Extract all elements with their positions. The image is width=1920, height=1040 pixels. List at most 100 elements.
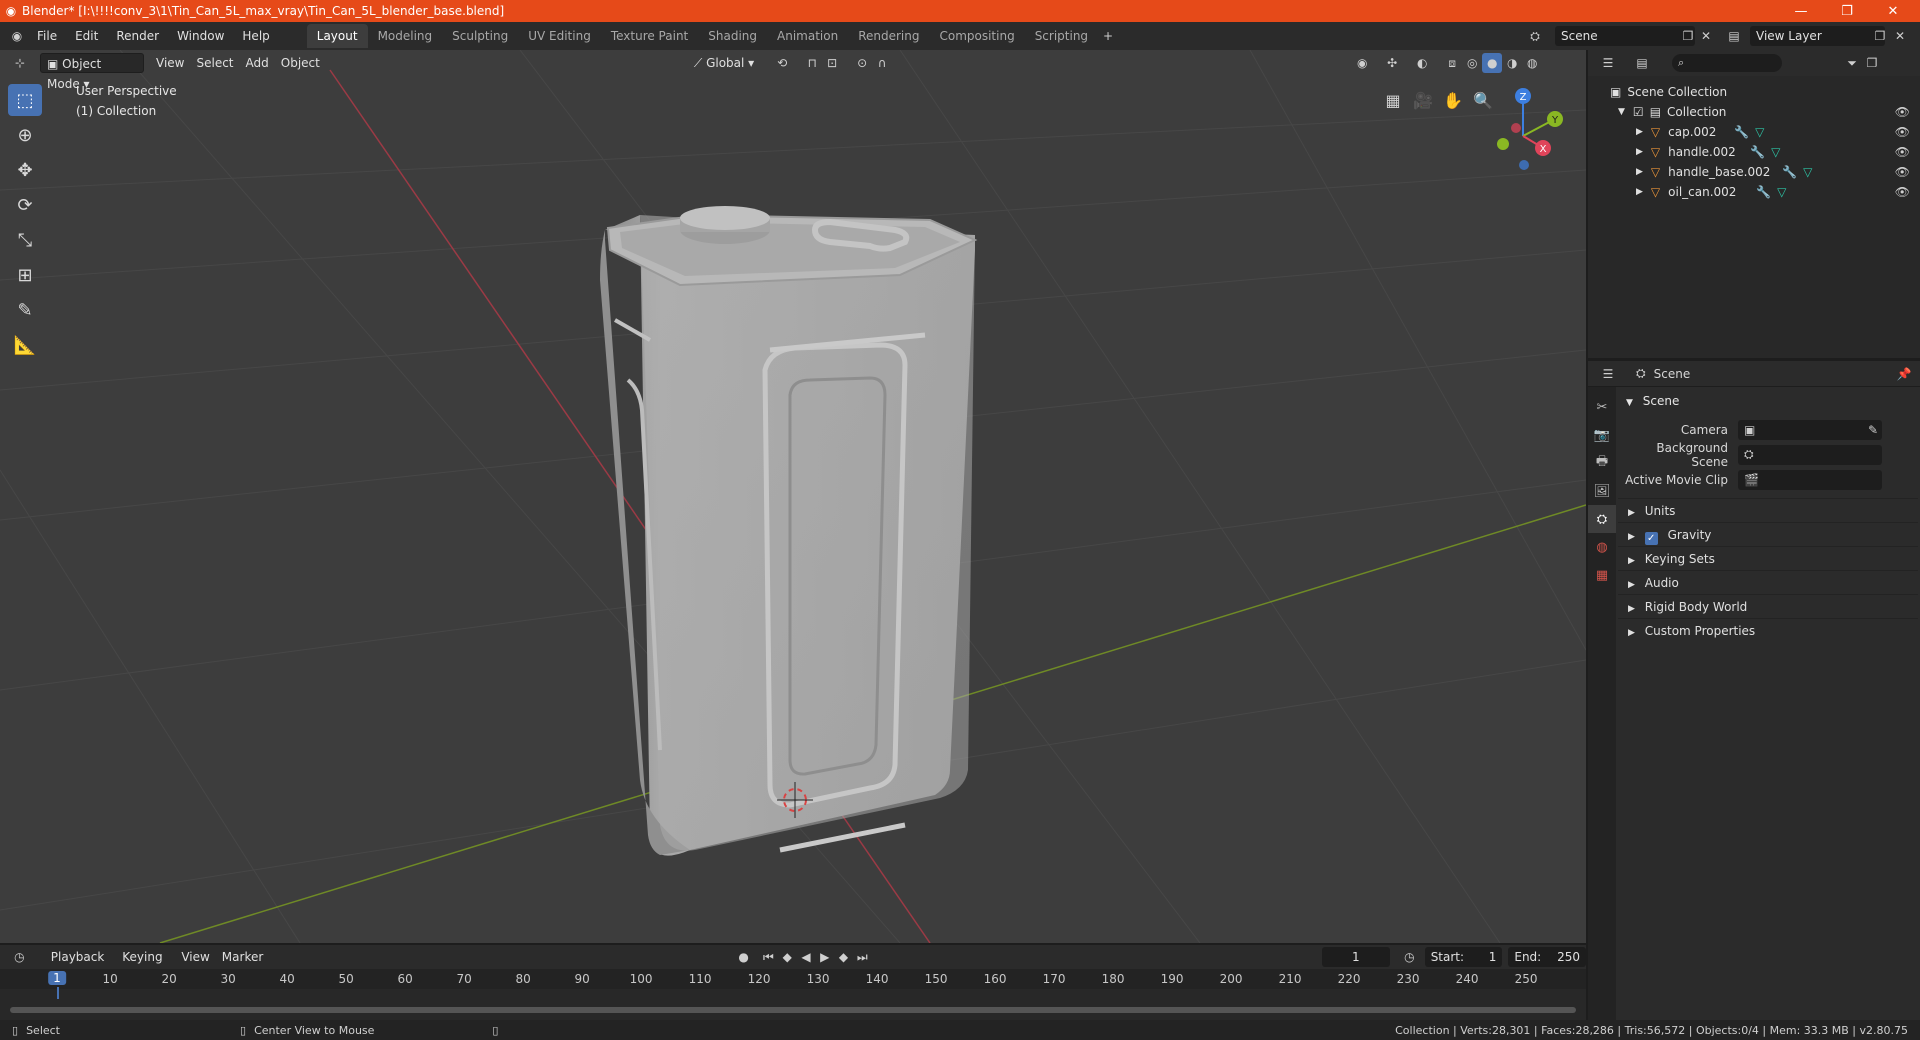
eye-icon[interactable]: 👁	[1895, 125, 1910, 139]
playhead[interactable]	[57, 987, 59, 999]
view-layer-selector[interactable]: View Layer	[1750, 26, 1885, 46]
expand-arrow-icon[interactable]: ▶	[1636, 187, 1643, 197]
tool-tab-icon[interactable]: ✂	[1588, 393, 1616, 421]
proportional-edit-icon[interactable]: ⊙	[852, 53, 872, 73]
gravity-panel[interactable]: ▶ ✓ Gravity	[1618, 522, 1918, 546]
snap-target-icon[interactable]: ⊡	[822, 53, 842, 73]
proportional-falloff-icon[interactable]: ∩	[872, 53, 892, 73]
display-mode-icon[interactable]: ▤	[1632, 53, 1652, 73]
view-layer-tab-icon[interactable]: 🖼	[1588, 477, 1616, 505]
tab-rendering[interactable]: Rendering	[848, 24, 929, 48]
jump-to-end-icon[interactable]: ⏭	[853, 947, 872, 967]
mode-selector[interactable]: ▣ Object Mode ▾	[40, 53, 144, 91]
mesh-data-icon[interactable]: ▽	[1777, 185, 1786, 199]
viewport-menu-add[interactable]: Add	[240, 53, 275, 73]
camera-input[interactable]: ▣ ✎	[1738, 419, 1882, 440]
new-view-layer-icon[interactable]: ❐	[1870, 26, 1890, 46]
move-tool-icon[interactable]: ✥	[8, 154, 42, 186]
mesh-data-icon[interactable]: ▽	[1755, 125, 1764, 139]
start-frame-input[interactable]: Start: 1	[1424, 947, 1503, 967]
measure-tool-icon[interactable]: 📐	[8, 329, 42, 361]
tab-texture-paint[interactable]: Texture Paint	[601, 24, 698, 48]
tab-sculpting[interactable]: Sculpting	[442, 24, 518, 48]
visibility-selectability-icon[interactable]: ◉	[1352, 53, 1372, 73]
restore-icon[interactable]: ❐	[1824, 0, 1870, 22]
outliner-collection[interactable]: ▼ ☑ ▤ Collection 👁	[1588, 102, 1920, 122]
jump-to-keyframe-back-icon[interactable]: ◆	[778, 947, 797, 967]
gizmo-toggle-icon[interactable]: ✣	[1382, 53, 1402, 73]
new-collection-icon[interactable]: ❐	[1862, 53, 1882, 73]
overlays-icon[interactable]: ◐	[1412, 53, 1432, 73]
outliner-object-row[interactable]: ▶ ▽ oil_can.002 🔧 ▽ 👁	[1588, 182, 1920, 202]
tab-compositing[interactable]: Compositing	[929, 24, 1024, 48]
pivot-point-icon[interactable]: ⟲	[772, 53, 792, 73]
play-reverse-icon[interactable]: ◀	[797, 947, 816, 967]
eye-icon[interactable]: 👁	[1895, 185, 1910, 199]
menu-window[interactable]: Window	[168, 25, 233, 47]
outliner-search-input[interactable]: ⌕	[1672, 54, 1782, 72]
pan-view-icon[interactable]: ✋	[1440, 87, 1466, 113]
outliner-object-row[interactable]: ▶ ▽ handle_base.002 🔧 ▽ 👁	[1588, 162, 1920, 182]
filter-icon[interactable]: ⏷	[1842, 53, 1862, 73]
background-scene-input[interactable]: ⛭	[1738, 444, 1882, 465]
remove-scene-icon[interactable]: ✕	[1696, 26, 1716, 46]
outliner-object-row[interactable]: ▶ ▽ handle.002 🔧 ▽ 👁	[1588, 142, 1920, 162]
material-shading-icon[interactable]: ◑	[1502, 53, 1522, 73]
snap-icon[interactable]: ⊓	[802, 53, 822, 73]
modifier-icon[interactable]: 🔧	[1734, 125, 1749, 139]
jump-to-start-icon[interactable]: ⏮	[759, 947, 778, 967]
menu-edit[interactable]: Edit	[66, 25, 107, 47]
tab-shading[interactable]: Shading	[698, 24, 767, 48]
viewport-menu-object[interactable]: Object	[275, 53, 326, 73]
timeline-editor-type-icon[interactable]: ◷	[10, 947, 29, 967]
gravity-checkbox[interactable]: ✓	[1644, 532, 1658, 545]
toggle-perspective-icon[interactable]: ▦	[1380, 87, 1406, 113]
editor-type-icon[interactable]: ⊹	[10, 53, 30, 73]
record-icon[interactable]: ●	[734, 947, 753, 967]
current-frame-input[interactable]: 1	[1321, 947, 1390, 967]
pin-icon[interactable]: 📌	[1894, 364, 1914, 384]
timeline-ruler[interactable]: 1 10 20 30 40 50 60 70 80 90 100 110 120 130 140 150 160…	[0, 969, 1586, 999]
timeline-menu-keying[interactable]: Keying ▾	[116, 947, 175, 984]
timeline-menu-marker[interactable]: Marker	[216, 947, 269, 967]
audio-panel[interactable]: ▶ Audio	[1618, 570, 1918, 594]
annotate-tool-icon[interactable]: ✎	[8, 294, 42, 326]
custom-properties-panel[interactable]: ▶ Custom Properties	[1618, 618, 1918, 642]
eye-icon[interactable]: 👁	[1895, 145, 1910, 159]
add-workspace-icon[interactable]: +	[1098, 26, 1118, 46]
modifier-icon[interactable]: 🔧	[1782, 165, 1797, 179]
minimize-icon[interactable]: —	[1778, 0, 1824, 22]
outliner-scene-collection[interactable]: ▣ Scene Collection	[1588, 82, 1920, 102]
scene-type-icon[interactable]: ⛭	[1525, 26, 1545, 46]
camera-view-icon[interactable]: 🎥	[1410, 87, 1436, 113]
world-tab-icon[interactable]: ◍	[1588, 533, 1616, 561]
remove-view-layer-icon[interactable]: ✕	[1890, 26, 1910, 46]
modifier-icon[interactable]: 🔧	[1750, 145, 1765, 159]
tab-animation[interactable]: Animation	[767, 24, 848, 48]
tab-layout[interactable]: Layout	[306, 24, 368, 48]
menu-help[interactable]: Help	[233, 25, 278, 47]
eyedropper-icon[interactable]: ✎	[1868, 423, 1878, 437]
units-panel[interactable]: ▶ Units	[1618, 498, 1918, 522]
select-box-tool-icon[interactable]: ⬚	[8, 84, 42, 116]
expand-arrow-icon[interactable]: ▶	[1636, 167, 1643, 177]
view-layer-icon[interactable]: ▤	[1724, 26, 1744, 46]
outliner-object-row[interactable]: ▶ ▽ cap.002 🔧 ▽ 👁	[1588, 122, 1920, 142]
transform-orientation-selector[interactable]: ⟋ Global ▾	[688, 53, 760, 73]
tin-can-model[interactable]	[600, 206, 978, 856]
tab-scripting[interactable]: Scripting	[1025, 24, 1098, 48]
active-movie-clip-input[interactable]: 🎬	[1738, 469, 1882, 490]
viewport-menu-select[interactable]: Select	[190, 53, 239, 73]
clock-icon[interactable]: ◷	[1400, 947, 1419, 967]
play-icon[interactable]: ▶	[815, 947, 834, 967]
keying-sets-panel[interactable]: ▶ Keying Sets	[1618, 546, 1918, 570]
scene-panel-header[interactable]: ▼ Scene	[1618, 389, 1918, 413]
wireframe-shading-icon[interactable]: ◎	[1462, 53, 1482, 73]
scene-tab-icon[interactable]: ⛭	[1588, 505, 1616, 533]
expand-arrow-icon[interactable]: ▶	[1636, 127, 1643, 137]
properties-editor-type-icon[interactable]: ☰	[1598, 364, 1618, 384]
rendered-shading-icon[interactable]: ◍	[1522, 53, 1542, 73]
mesh-data-icon[interactable]: ▽	[1803, 165, 1812, 179]
xray-icon[interactable]: ⧈	[1442, 53, 1462, 73]
eye-icon[interactable]: 👁	[1895, 105, 1910, 119]
